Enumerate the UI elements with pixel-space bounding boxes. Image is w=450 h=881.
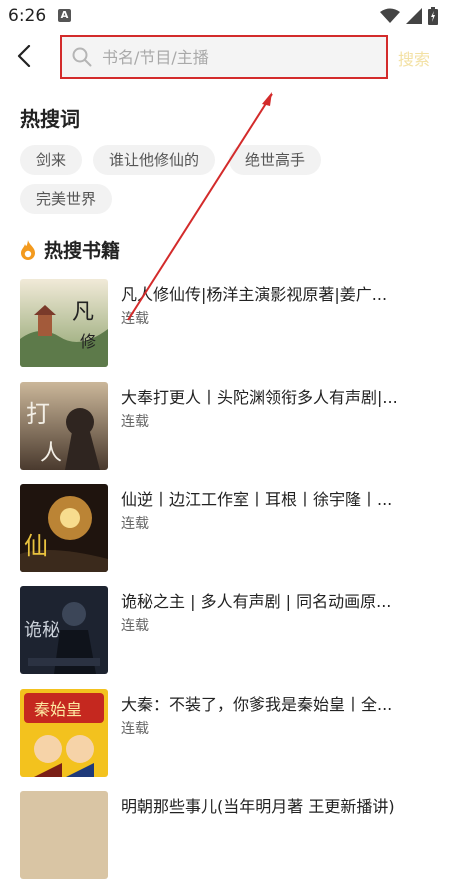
book-title: 大秦：不装了，你爹我是秦始皇丨全... xyxy=(121,695,393,714)
svg-text:仙: 仙 xyxy=(24,532,48,560)
fire-icon xyxy=(21,239,35,260)
hot-words-title: 热搜词 xyxy=(20,107,80,131)
chevron-left-icon xyxy=(17,45,31,67)
book-status: 连载 xyxy=(121,311,149,327)
book-item[interactable]: 秦始皇 大秦：不装了，你爹我是秦始皇丨全... 连载 xyxy=(20,689,440,779)
book-item[interactable]: 诡秘 诡秘之主 | 多人有声剧 | 同名动画原... 连载 xyxy=(20,586,440,676)
book-cover: 仙 xyxy=(20,484,108,572)
book-title: 明朝那些事儿(当年明月著 王更新播讲) xyxy=(121,797,395,816)
book-item[interactable]: 明朝那些事儿(当年明月著 王更新播讲) xyxy=(20,791,440,881)
book-title: 诡秘之主 | 多人有声剧 | 同名动画原... xyxy=(121,592,392,611)
search-icon xyxy=(72,47,92,67)
book-cover: 秦始皇 xyxy=(20,689,108,777)
wifi-icon xyxy=(380,8,400,23)
hot-books-title: 热搜书籍 xyxy=(44,240,121,262)
book-status: 连载 xyxy=(121,618,149,634)
search-bar[interactable] xyxy=(60,35,388,79)
svg-text:修: 修 xyxy=(80,332,96,351)
battery-icon xyxy=(428,7,438,25)
book-cover xyxy=(20,791,108,879)
hot-tag[interactable]: 谁让他修仙的 xyxy=(93,145,216,175)
book-item[interactable]: 凡 修 凡人修仙传|杨洋主演影视原著|姜广... 连载 xyxy=(20,279,440,369)
book-title: 大奉打更人丨头陀渊领衔多人有声剧|... xyxy=(121,388,398,407)
book-status: 连载 xyxy=(121,516,149,532)
svg-text:秦始皇: 秦始皇 xyxy=(34,700,82,719)
book-item[interactable]: 仙 仙逆丨边江工作室丨耳根丨徐宇隆丨... 连载 xyxy=(20,484,440,574)
hot-tag[interactable]: 完美世界 xyxy=(20,184,113,214)
top-bar: 搜索 xyxy=(0,32,450,84)
signal-icon xyxy=(406,8,422,24)
notification-a-icon: A xyxy=(58,9,71,22)
system-icons xyxy=(380,6,438,26)
book-title: 仙逆丨边江工作室丨耳根丨徐宇隆丨... xyxy=(121,490,393,509)
svg-text:凡: 凡 xyxy=(72,300,94,325)
back-button[interactable] xyxy=(10,40,38,72)
book-status: 连载 xyxy=(121,721,149,737)
hot-tag[interactable]: 剑来 xyxy=(20,145,83,175)
hot-tag[interactable]: 绝世高手 xyxy=(229,145,322,175)
book-title: 凡人修仙传|杨洋主演影视原著|姜广... xyxy=(121,285,388,304)
svg-text:人: 人 xyxy=(40,441,62,466)
book-cover: 诡秘 xyxy=(20,586,108,674)
search-input[interactable] xyxy=(100,46,344,68)
status-bar: 6:26 A xyxy=(0,0,450,32)
book-cover: 打 人 xyxy=(20,382,108,470)
search-button[interactable]: 搜索 xyxy=(398,46,430,70)
book-item[interactable]: 打 人 大奉打更人丨头陀渊领衔多人有声剧|... 连载 xyxy=(20,382,440,472)
book-status: 连载 xyxy=(121,414,149,430)
book-cover: 凡 修 xyxy=(20,279,108,367)
hot-books-header: 热搜书籍 xyxy=(20,236,120,263)
status-time: 6:26 xyxy=(8,6,47,26)
svg-text:诡秘: 诡秘 xyxy=(24,620,60,641)
svg-text:打: 打 xyxy=(26,400,50,428)
